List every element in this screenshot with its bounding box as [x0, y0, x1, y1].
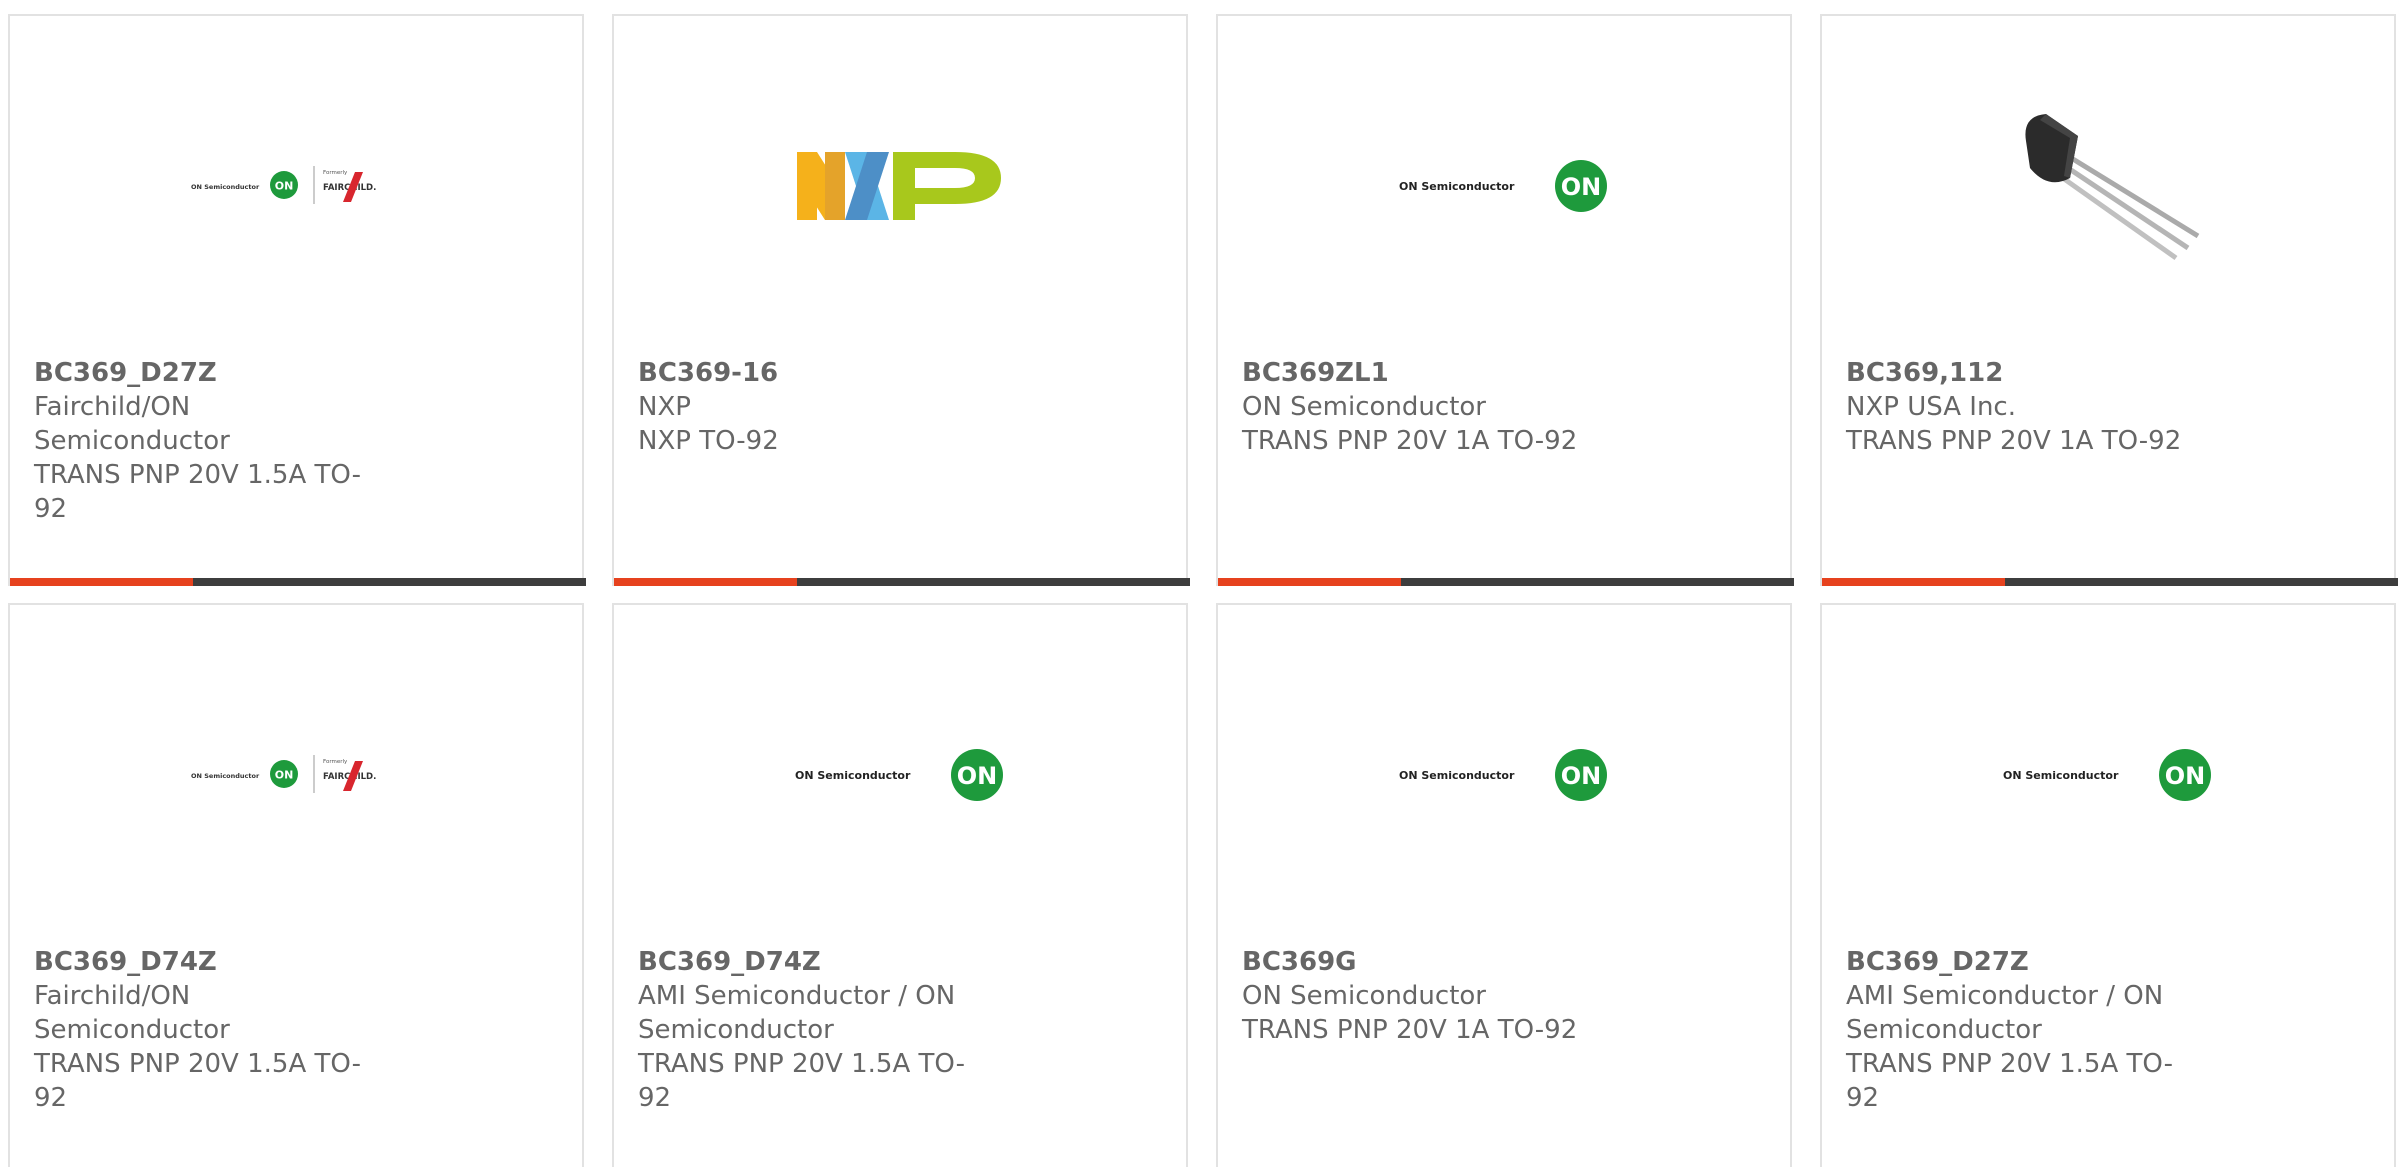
- product-description: TRANS PNP 20V 1.5A TO-92: [34, 460, 361, 524]
- on-semiconductor-logo: ON Semiconductor ON: [795, 749, 1003, 801]
- svg-text:ON Semiconductor: ON Semiconductor: [795, 769, 911, 782]
- card-bottom-bar: [1218, 578, 1794, 586]
- product-card[interactable]: BC369-16 NXP NXP TO-92: [612, 14, 1190, 586]
- product-info: BC369ZL1 ON Semiconductor TRANS PNP 20V …: [1242, 356, 1602, 458]
- product-description: NXP TO-92: [638, 426, 779, 456]
- manufacturer-logo: ON Semiconductor ON Formerly FAIRCHILD.: [10, 605, 582, 945]
- product-info: BC369_D74Z AMI Semiconductor / ON Semico…: [638, 945, 998, 1115]
- product-info: BC369-16 NXP NXP TO-92: [638, 356, 998, 458]
- on-fairchild-logo: ON Semiconductor ON Formerly FAIRCHILD.: [191, 755, 376, 793]
- part-number[interactable]: BC369G: [1242, 945, 1602, 979]
- manufacturer-name: AMI Semiconductor / ON Semiconductor: [1846, 981, 2164, 1045]
- manufacturer-logo: ON Semiconductor ON: [1218, 16, 1790, 356]
- part-number[interactable]: BC369_D74Z: [638, 945, 998, 979]
- product-image: [1822, 16, 2394, 356]
- nxp-logo: [797, 152, 1001, 220]
- product-card[interactable]: ON Semiconductor ON Formerly FAIRCHILD. …: [8, 603, 584, 1167]
- svg-text:ON: ON: [275, 769, 294, 782]
- part-number[interactable]: BC369_D27Z: [1846, 945, 2206, 979]
- part-number[interactable]: BC369,112: [1846, 356, 2206, 390]
- product-description: TRANS PNP 20V 1.5A TO-92: [34, 1049, 361, 1113]
- svg-text:ON Semiconductor: ON Semiconductor: [1399, 769, 1515, 782]
- manufacturer-name: Fairchild/ON Semiconductor: [34, 392, 230, 456]
- product-info: BC369_D27Z AMI Semiconductor / ON Semico…: [1846, 945, 2206, 1115]
- product-description: TRANS PNP 20V 1A TO-92: [1242, 1015, 1578, 1045]
- manufacturer-name: Fairchild/ON Semiconductor: [34, 981, 230, 1045]
- product-description: TRANS PNP 20V 1.5A TO-92: [638, 1049, 965, 1113]
- svg-text:ON: ON: [1561, 173, 1602, 201]
- product-card[interactable]: ON Semiconductor ON Formerly FAIRCHILD. …: [8, 14, 586, 586]
- on-fairchild-logo: ON Semiconductor ON Formerly FAIRCHILD.: [191, 166, 376, 204]
- card-bottom-bar: [614, 578, 1190, 586]
- svg-text:ON Semiconductor: ON Semiconductor: [2003, 769, 2119, 782]
- product-grid: ON Semiconductor ON Formerly FAIRCHILD. …: [0, 0, 2400, 1167]
- product-info: BC369G ON Semiconductor TRANS PNP 20V 1A…: [1242, 945, 1602, 1047]
- manufacturer-logo: ON Semiconductor ON: [1822, 605, 2394, 945]
- product-description: TRANS PNP 20V 1A TO-92: [1242, 426, 1578, 456]
- manufacturer-logo: [614, 16, 1186, 356]
- product-card[interactable]: ON Semiconductor ON BC369G ON Semiconduc…: [1216, 603, 1792, 1167]
- product-info: BC369_D27Z Fairchild/ON Semiconductor TR…: [34, 356, 394, 526]
- part-number[interactable]: BC369_D27Z: [34, 356, 394, 390]
- svg-text:Formerly: Formerly: [323, 170, 348, 176]
- manufacturer-name: ON Semiconductor: [1242, 392, 1486, 422]
- svg-text:ON Semiconductor: ON Semiconductor: [191, 772, 260, 780]
- product-info: BC369,112 NXP USA Inc. TRANS PNP 20V 1A …: [1846, 356, 2206, 458]
- svg-text:ON Semiconductor: ON Semiconductor: [191, 183, 260, 191]
- svg-text:Formerly: Formerly: [323, 759, 348, 765]
- to92-transistor-image: [2025, 114, 2200, 261]
- on-semiconductor-logo: ON Semiconductor ON: [2003, 749, 2211, 801]
- part-number[interactable]: BC369ZL1: [1242, 356, 1602, 390]
- manufacturer-name: ON Semiconductor: [1242, 981, 1486, 1011]
- part-number[interactable]: BC369-16: [638, 356, 998, 390]
- product-description: TRANS PNP 20V 1A TO-92: [1846, 426, 2182, 456]
- manufacturer-logo: ON Semiconductor ON Formerly FAIRCHILD.: [10, 16, 582, 356]
- product-card[interactable]: BC369,112 NXP USA Inc. TRANS PNP 20V 1A …: [1820, 14, 2398, 586]
- product-card[interactable]: ON Semiconductor ON BC369ZL1 ON Semicond…: [1216, 14, 1794, 586]
- manufacturer-name: NXP: [638, 392, 691, 422]
- manufacturer-logo: ON Semiconductor ON: [1218, 605, 1790, 945]
- manufacturer-name: NXP USA Inc.: [1846, 392, 2016, 422]
- manufacturer-logo: ON Semiconductor ON: [614, 605, 1186, 945]
- card-bottom-bar: [10, 578, 586, 586]
- part-number[interactable]: BC369_D74Z: [34, 945, 394, 979]
- card-bottom-bar: [1822, 578, 2398, 586]
- product-card[interactable]: ON Semiconductor ON BC369_D74Z AMI Semic…: [612, 603, 1188, 1167]
- on-semiconductor-logo: ON Semiconductor ON: [1399, 160, 1607, 212]
- svg-text:ON: ON: [1561, 762, 1602, 790]
- manufacturer-name: AMI Semiconductor / ON Semiconductor: [638, 981, 956, 1045]
- svg-text:ON Semiconductor: ON Semiconductor: [1399, 180, 1515, 193]
- product-card[interactable]: ON Semiconductor ON BC369_D27Z AMI Semic…: [1820, 603, 2396, 1167]
- svg-text:ON: ON: [275, 180, 294, 193]
- svg-text:ON: ON: [2165, 762, 2206, 790]
- product-info: BC369_D74Z Fairchild/ON Semiconductor TR…: [34, 945, 394, 1115]
- svg-text:ON: ON: [957, 762, 998, 790]
- product-description: TRANS PNP 20V 1.5A TO-92: [1846, 1049, 2173, 1113]
- on-semiconductor-logo: ON Semiconductor ON: [1399, 749, 1607, 801]
